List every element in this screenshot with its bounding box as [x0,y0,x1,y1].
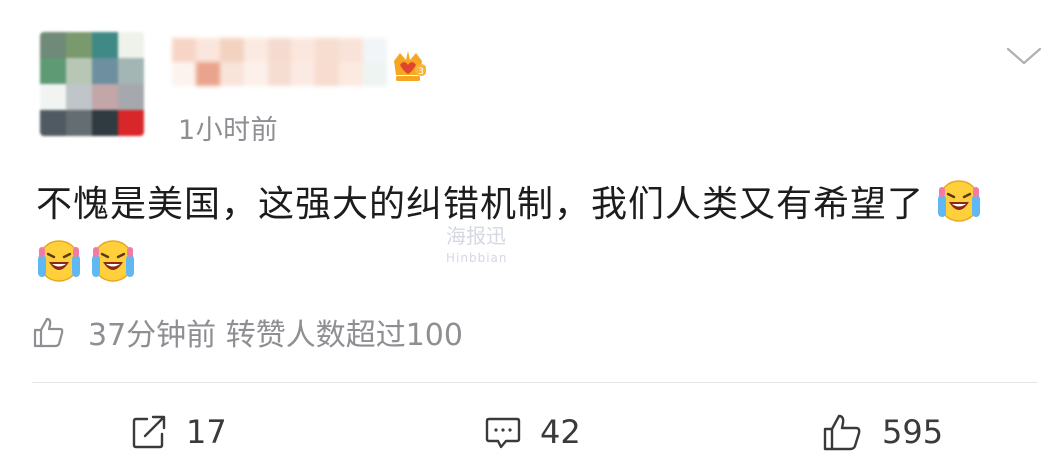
thumbs-up-icon [33,317,64,348]
member-crown-icon: 3 [394,51,426,81]
watermark-cn: 海报迅 [446,224,506,248]
laughing-crying-emoji-icon [938,180,981,222]
weibo-post-card: 3 1小时前 不愧是美国，这强大的纠错机制，我们人类又有希望了 海报迅 Hinb… [0,0,1046,476]
like-count: 595 [882,413,944,451]
thumbs-up-icon [823,414,861,451]
like-notice-text: 37分钟前 转赞人数超过100 [88,318,463,353]
watermark: 海报迅 Hinbbian [446,225,508,269]
like-notice: 37分钟前 转赞人数超过100 [32,312,463,353]
post-time: 1小时前 [178,115,279,146]
comment-count: 42 [540,413,581,451]
repost-icon [132,415,166,449]
post-content: 不愧是美国，这强大的纠错机制，我们人类又有希望了 [36,175,1016,295]
svg-text:3: 3 [418,67,424,77]
like-button[interactable]: 595 [822,410,943,454]
repost-button[interactable]: 17 [130,410,227,454]
comment-icon [485,417,521,449]
repost-count: 17 [186,413,227,451]
post-text: 不愧是美国，这强大的纠错机制，我们人类又有希望了 [36,184,925,225]
chevron-down-icon[interactable] [1005,44,1043,68]
divider [32,382,1038,383]
username[interactable] [172,38,387,86]
laughing-crying-emoji-icon [92,240,134,282]
comment-button[interactable]: 42 [484,410,581,454]
avatar[interactable] [40,32,144,136]
watermark-en: Hinbbian [446,251,508,265]
laughing-crying-emoji-icon [38,240,80,282]
